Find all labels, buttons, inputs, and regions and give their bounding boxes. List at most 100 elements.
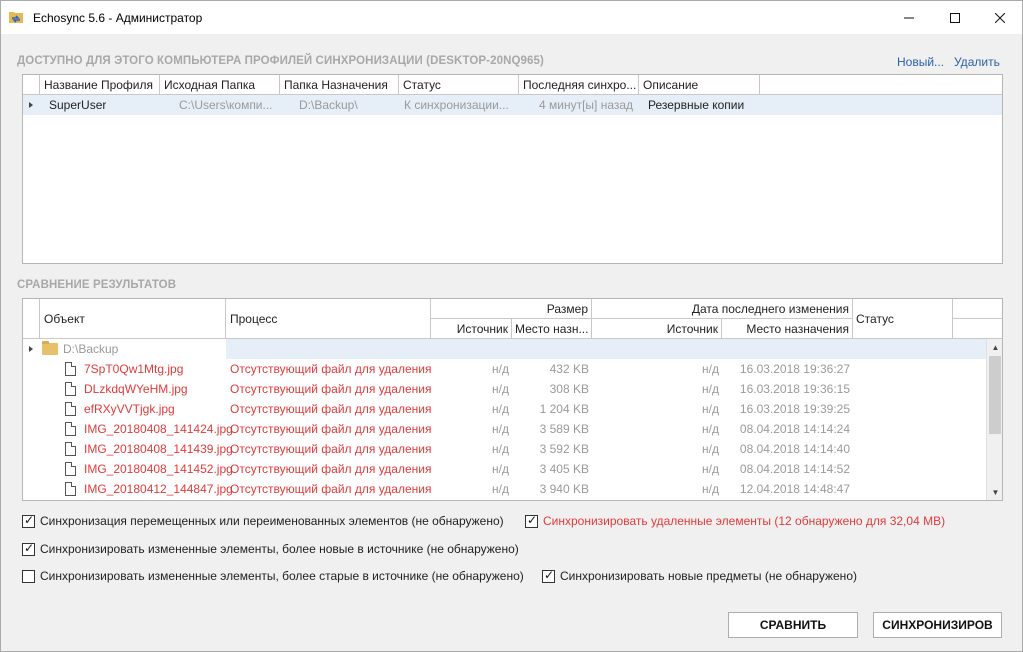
file-size-dest: 3 589 KB (539, 422, 589, 436)
file-process: Отсутствующий файл для удаления (230, 462, 432, 476)
folder-row[interactable]: D:\Backup (23, 339, 986, 359)
col-object[interactable]: Объект (40, 299, 226, 339)
results-scrollbar[interactable]: ▲ ▼ (986, 339, 1002, 500)
col-description[interactable]: Описание (639, 75, 760, 95)
file-date-source: н/д (702, 482, 719, 496)
table-row[interactable]: IMG_20180408_141424.jpg Отсутствующий фай… (23, 419, 986, 439)
col-profile-name[interactable]: Название Профиля (40, 75, 160, 95)
file-process: Отсутствующий файл для удаления (230, 422, 432, 436)
table-row[interactable]: IMG_20180408_141452.jpg Отсутствующий фай… (23, 459, 986, 479)
folder-row-highlight (226, 339, 986, 359)
results-section-title: СРАВНЕНИЕ РЕЗУЛЬТАТОВ (17, 279, 177, 291)
file-icon (65, 402, 76, 416)
file-size-source: н/д (492, 462, 509, 476)
option-modified-newer[interactable]: Синхронизировать измененные элементы, бо… (22, 541, 519, 556)
table-row[interactable]: DLzkdqWYeHM.jpg Отсутствующий файл для уд… (23, 379, 986, 399)
checkbox-moved-renamed[interactable] (22, 513, 35, 528)
scroll-thumb[interactable] (989, 356, 1001, 434)
file-size-dest: 3 940 KB (539, 482, 589, 496)
file-date-dest: 16.03.2018 19:36:15 (739, 382, 850, 396)
title-bar: Echosync 5.6 - Администратор (1, 1, 1022, 34)
table-row[interactable]: efRXyVVTjgk.jpg Отсутствующий файл для уд… (23, 399, 986, 419)
profile-description-cell: Резервные копии (648, 98, 745, 112)
profile-last-sync-cell: 4 минут[ы] назад (539, 98, 634, 112)
option-modified-older[interactable]: Синхронизировать измененные элементы, бо… (22, 569, 524, 583)
table-row[interactable]: 7SpT0Qw1Mtg.jpg Отсутствующий файл для уд… (23, 359, 986, 379)
file-icon (65, 482, 76, 496)
col-size-group: Размер (431, 299, 592, 319)
option-new-items[interactable]: Синхронизировать новые предметы (не обна… (542, 568, 857, 583)
option-new-items-label: Синхронизировать новые предметы (не обна… (560, 569, 857, 583)
maximize-button[interactable] (932, 1, 978, 34)
checkbox-modified-older[interactable] (22, 569, 35, 583)
checkbox-deleted[interactable] (525, 513, 538, 528)
file-size-dest: 1 204 KB (539, 402, 589, 416)
file-icon (65, 422, 76, 436)
profile-name-cell: SuperUser (49, 98, 107, 112)
col-date-group: Дата последнего изменения (592, 299, 853, 319)
scroll-down-icon[interactable]: ▼ (987, 484, 1002, 500)
file-date-dest: 08.04.2018 14:14:40 (739, 442, 850, 456)
scroll-up-icon[interactable]: ▲ (987, 339, 1002, 356)
expand-arrow-icon[interactable] (29, 346, 33, 352)
profile-source-cell: C:\Users\компи... (179, 98, 273, 112)
col-status[interactable]: Статус (399, 75, 519, 95)
file-date-dest: 12.04.2018 14:48:47 (739, 482, 850, 496)
col-source-folder[interactable]: Исходная Папка (160, 75, 280, 95)
profile-dest-cell: D:\Backup\ (299, 98, 358, 112)
synchronize-button[interactable]: СИНХРОНИЗИРОВ (873, 612, 1002, 638)
option-moved-renamed-label: Синхронизация перемещенных или переимено… (40, 514, 504, 528)
profile-status-cell: К синхронизации... (404, 98, 509, 112)
folder-icon (42, 341, 58, 355)
file-size-source: н/д (492, 442, 509, 456)
file-process: Отсутствующий файл для удаления (230, 402, 432, 416)
file-size-source: н/д (492, 382, 509, 396)
col-process[interactable]: Процесс (226, 299, 431, 339)
profiles-table-header: Название Профиля Исходная Папка Папка На… (23, 75, 1002, 95)
option-deleted[interactable]: Синхронизировать удаленные элементы (12 … (525, 513, 945, 528)
file-process: Отсутствующий файл для удаления (230, 362, 432, 376)
file-date-source: н/д (702, 462, 719, 476)
file-name: IMG_20180408_141439.jpg (84, 442, 233, 456)
minimize-button[interactable] (886, 1, 932, 34)
col-size-source[interactable]: Источник (431, 319, 512, 339)
file-date-source: н/д (702, 402, 719, 416)
file-date-source: н/д (702, 382, 719, 396)
col-date-dest[interactable]: Место назначения (722, 319, 853, 339)
header-filler (953, 299, 1002, 319)
option-moved-renamed[interactable]: Синхронизация перемещенных или переимено… (22, 513, 504, 528)
file-name: 7SpT0Qw1Mtg.jpg (84, 362, 184, 376)
header-spacer (23, 299, 40, 339)
option-modified-older-label: Синхронизировать измененные элементы, бо… (40, 569, 524, 583)
file-process: Отсутствующий файл для удаления (230, 482, 432, 496)
file-icon (65, 442, 76, 456)
col-last-sync[interactable]: Последняя синхро... (519, 75, 639, 95)
col-date-source[interactable]: Источник (592, 319, 722, 339)
file-icon (65, 382, 76, 396)
col-dest-folder[interactable]: Папка Назначения (280, 75, 399, 95)
file-size-dest: 308 KB (549, 382, 589, 396)
table-row[interactable]: IMG_20180412_144847.jpg Отсутствующий фай… (23, 479, 986, 499)
file-date-dest: 08.04.2018 14:14:24 (739, 422, 850, 436)
file-size-dest: 3 405 KB (539, 462, 589, 476)
results-table: Объект Процесс Размер Источник Место наз… (22, 298, 1003, 501)
file-date-dest: 16.03.2018 19:36:27 (739, 362, 850, 376)
table-row[interactable]: IMG_20180408_141439.jpg Отсутствующий фай… (23, 439, 986, 459)
option-modified-newer-label: Синхронизировать измененные элементы, бо… (40, 542, 519, 556)
profile-row[interactable]: SuperUser C:\Users\компи... D:\Backup\ К… (23, 95, 1002, 115)
compare-button[interactable]: СРАВНИТЬ (728, 612, 858, 638)
maximize-icon (950, 12, 960, 23)
col-size-dest[interactable]: Место назн... (512, 319, 592, 339)
header-spacer (23, 75, 40, 95)
checkbox-modified-newer[interactable] (22, 541, 35, 556)
file-size-dest: 3 592 KB (539, 442, 589, 456)
close-icon (995, 12, 1005, 23)
col-status[interactable]: Статус (853, 299, 953, 339)
new-profile-link[interactable]: Новый... (897, 55, 944, 69)
checkbox-new-items[interactable] (542, 568, 555, 583)
file-date-source: н/д (702, 422, 719, 436)
close-button[interactable] (977, 1, 1023, 34)
file-date-dest: 08.04.2018 14:14:52 (739, 462, 850, 476)
file-date-source: н/д (702, 362, 719, 376)
delete-profile-link[interactable]: Удалить (954, 55, 1000, 69)
